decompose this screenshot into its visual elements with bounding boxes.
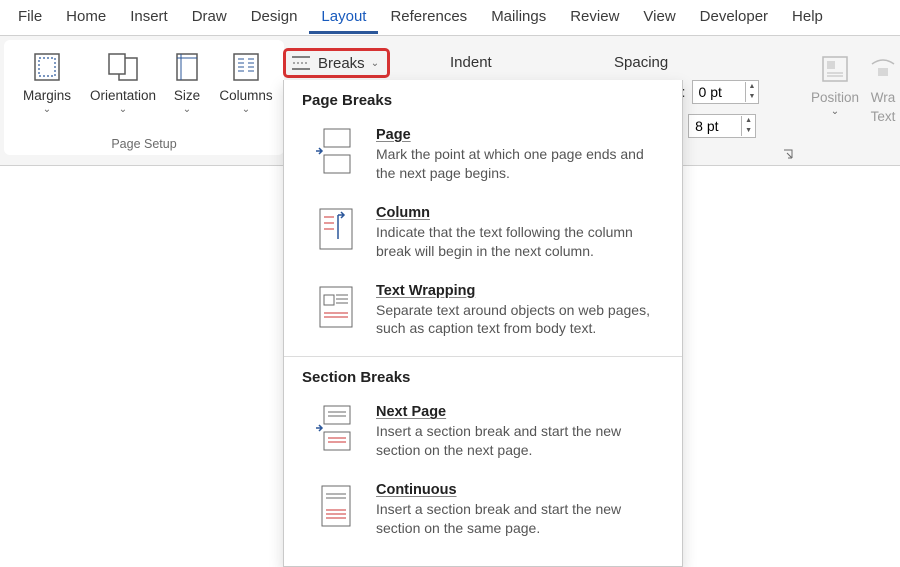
ribbon-tabs: File Home Insert Draw Design Layout Refe… [0, 0, 900, 36]
spin-down-icon[interactable]: ▼ [742, 126, 755, 136]
orientation-icon [107, 50, 139, 84]
size-label: Size [174, 88, 200, 103]
paragraph-launcher[interactable] [782, 148, 796, 162]
tab-layout[interactable]: Layout [309, 2, 378, 34]
group-arrange: Position ⌄ Wra Text [806, 46, 900, 124]
breaks-button[interactable]: Breaks ⌄ [283, 48, 390, 78]
gallery-item-title: Next Page [376, 404, 664, 420]
gallery-item-title: Continuous [376, 482, 664, 498]
ribbon-pane: Margins ⌄ Orientation ⌄ Size ⌄ [4, 40, 284, 155]
wrap-label2: Text [871, 109, 896, 124]
gallery-item-page[interactable]: Page Mark the point at which one page en… [284, 119, 682, 197]
gallery-item-title: Text Wrapping [376, 283, 664, 299]
wrap-text-icon [869, 52, 897, 86]
position-button: Position ⌄ [806, 46, 864, 124]
spacing-label: Spacing [614, 54, 668, 71]
size-button[interactable]: Size ⌄ [164, 44, 210, 113]
next-page-icon [314, 404, 358, 452]
gallery-item-next-page[interactable]: Next Page Insert a section break and sta… [284, 396, 682, 474]
gallery-item-column[interactable]: Column Indicate that the text following … [284, 197, 682, 275]
tab-review[interactable]: Review [558, 2, 631, 34]
column-break-icon [314, 205, 358, 253]
breaks-gallery: Page Breaks Page Mark the point at which… [283, 80, 683, 567]
page-break-icon [314, 127, 358, 175]
tab-view[interactable]: View [631, 2, 687, 34]
text-wrapping-icon [314, 283, 358, 331]
tab-file[interactable]: File [6, 2, 54, 34]
wrap-label1: Wra [871, 90, 896, 105]
group-page-setup: Margins ⌄ Orientation ⌄ Size ⌄ [4, 40, 284, 155]
gallery-item-title: Column [376, 205, 664, 221]
wrap-text-button: Wra Text [866, 46, 900, 124]
columns-label: Columns [219, 88, 272, 103]
tab-design[interactable]: Design [239, 2, 310, 34]
spacing-after-input[interactable] [689, 118, 741, 134]
tab-developer[interactable]: Developer [688, 2, 780, 34]
page-breaks-header: Page Breaks [284, 80, 682, 119]
chevron-down-icon: ⌄ [43, 107, 51, 113]
size-icon [174, 50, 200, 84]
tab-help[interactable]: Help [780, 2, 835, 34]
continuous-icon [314, 482, 358, 530]
columns-icon [232, 50, 260, 84]
tab-mailings[interactable]: Mailings [479, 2, 558, 34]
gallery-item-title: Page [376, 127, 664, 143]
spin-up-icon[interactable]: ▲ [746, 82, 759, 92]
orientation-label: Orientation [90, 88, 156, 103]
group-page-setup-label: Page Setup [111, 137, 176, 153]
tab-draw[interactable]: Draw [180, 2, 239, 34]
gallery-item-desc: Mark the point at which one page ends an… [376, 145, 664, 183]
gallery-item-desc: Insert a section break and start the new… [376, 422, 664, 460]
indent-label: Indent [450, 54, 492, 71]
margins-button[interactable]: Margins ⌄ [12, 44, 82, 113]
position-icon [821, 52, 849, 86]
tab-references[interactable]: References [378, 2, 479, 34]
chevron-down-icon: ⌄ [371, 58, 379, 69]
spin-up-icon[interactable]: ▲ [742, 116, 755, 126]
spacing-before-spinner[interactable]: ▲▼ [692, 80, 760, 104]
margins-icon [32, 50, 62, 84]
chevron-down-icon: ⌄ [831, 109, 839, 115]
breaks-label: Breaks [318, 55, 365, 72]
gallery-item-desc: Separate text around objects on web page… [376, 301, 664, 339]
orientation-button[interactable]: Orientation ⌄ [88, 44, 158, 113]
tab-home[interactable]: Home [54, 2, 118, 34]
spacing-before-input[interactable] [693, 84, 745, 100]
gallery-item-continuous[interactable]: Continuous Insert a section break and st… [284, 474, 682, 552]
spin-down-icon[interactable]: ▼ [746, 92, 759, 102]
chevron-down-icon: ⌄ [242, 107, 250, 113]
columns-button[interactable]: Columns ⌄ [216, 44, 276, 113]
spacing-after-spinner[interactable]: ▲▼ [688, 114, 756, 138]
margins-label: Margins [23, 88, 71, 103]
breaks-icon [290, 53, 312, 73]
chevron-down-icon: ⌄ [119, 107, 127, 113]
position-label: Position [811, 90, 859, 105]
section-breaks-header: Section Breaks [284, 357, 682, 396]
gallery-item-desc: Indicate that the text following the col… [376, 223, 664, 261]
gallery-item-text-wrapping[interactable]: Text Wrapping Separate text around objec… [284, 275, 682, 353]
gallery-item-desc: Insert a section break and start the new… [376, 500, 664, 538]
chevron-down-icon: ⌄ [183, 107, 191, 113]
tab-insert[interactable]: Insert [118, 2, 180, 34]
